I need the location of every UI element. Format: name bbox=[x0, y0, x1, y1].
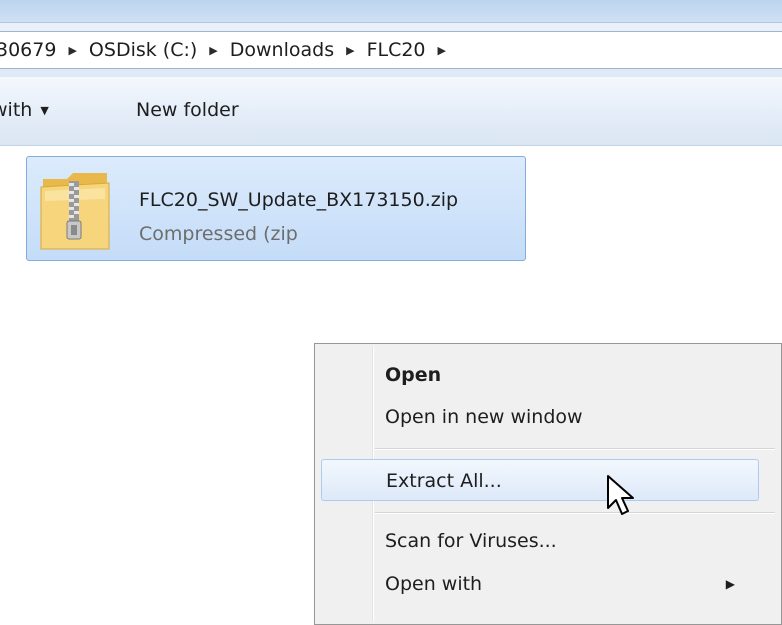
menu-separator bbox=[375, 512, 775, 514]
zip-folder-icon bbox=[40, 173, 110, 250]
window-title-bar bbox=[0, 0, 782, 22]
new-folder-label: New folder bbox=[136, 99, 239, 121]
open-with-button[interactable]: with ▼ bbox=[0, 99, 49, 121]
file-type: Compressed (zip bbox=[139, 223, 298, 245]
context-menu: Open Open in new window Extract All... S… bbox=[314, 343, 782, 625]
file-list: FLC20_SW_Update_BX173150.zip Compressed … bbox=[0, 146, 782, 625]
mouse-pointer-icon bbox=[607, 475, 634, 515]
triangle-down-icon: ▼ bbox=[40, 104, 49, 117]
menu-item-label: Scan for Viruses... bbox=[385, 530, 557, 552]
file-item-selected[interactable]: FLC20_SW_Update_BX173150.zip Compressed … bbox=[26, 156, 526, 261]
breadcrumb-item[interactable]: Downloads ▶ bbox=[226, 39, 363, 61]
menu-item-open-with[interactable]: Open with ▶ bbox=[317, 563, 779, 605]
triangle-right-icon[interactable]: ▶ bbox=[201, 44, 225, 57]
command-bar: with ▼ New folder bbox=[0, 77, 782, 146]
menu-item-extract-all[interactable]: Extract All... bbox=[321, 459, 759, 501]
menu-item-label: Extract All... bbox=[386, 470, 502, 492]
breadcrumb[interactable]: 30679 ▶ OSDisk (C:) ▶ Downloads ▶ FLC20 … bbox=[0, 31, 782, 69]
menu-item-label: Open bbox=[385, 364, 442, 386]
menu-item-label: Open in new window bbox=[385, 406, 583, 428]
triangle-right-icon[interactable]: ▶ bbox=[60, 44, 84, 57]
open-with-label: with bbox=[0, 99, 33, 121]
menu-item-open[interactable]: Open bbox=[317, 354, 779, 396]
breadcrumb-item[interactable]: FLC20 ▶ bbox=[363, 39, 454, 61]
file-name: FLC20_SW_Update_BX173150.zip bbox=[139, 189, 459, 211]
breadcrumb-label[interactable]: OSDisk (C:) bbox=[85, 39, 201, 61]
triangle-right-icon[interactable]: ▶ bbox=[430, 44, 454, 57]
breadcrumb-label[interactable]: Downloads bbox=[226, 39, 338, 61]
menu-separator bbox=[375, 448, 775, 450]
menu-item-scan-viruses[interactable]: Scan for Viruses... bbox=[317, 520, 779, 562]
breadcrumb-item[interactable]: 30679 ▶ bbox=[0, 39, 85, 61]
breadcrumb-item[interactable]: OSDisk (C:) ▶ bbox=[85, 39, 226, 61]
triangle-right-icon[interactable]: ▶ bbox=[338, 44, 362, 57]
breadcrumb-label[interactable]: 30679 bbox=[0, 39, 60, 61]
menu-item-open-new-window[interactable]: Open in new window bbox=[317, 396, 779, 438]
chevron-right-icon: ▶ bbox=[725, 577, 735, 591]
address-bar: 30679 ▶ OSDisk (C:) ▶ Downloads ▶ FLC20 … bbox=[0, 22, 782, 77]
menu-item-label: Open with bbox=[385, 573, 483, 595]
new-folder-button[interactable]: New folder bbox=[136, 99, 239, 121]
breadcrumb-label[interactable]: FLC20 bbox=[363, 39, 430, 61]
